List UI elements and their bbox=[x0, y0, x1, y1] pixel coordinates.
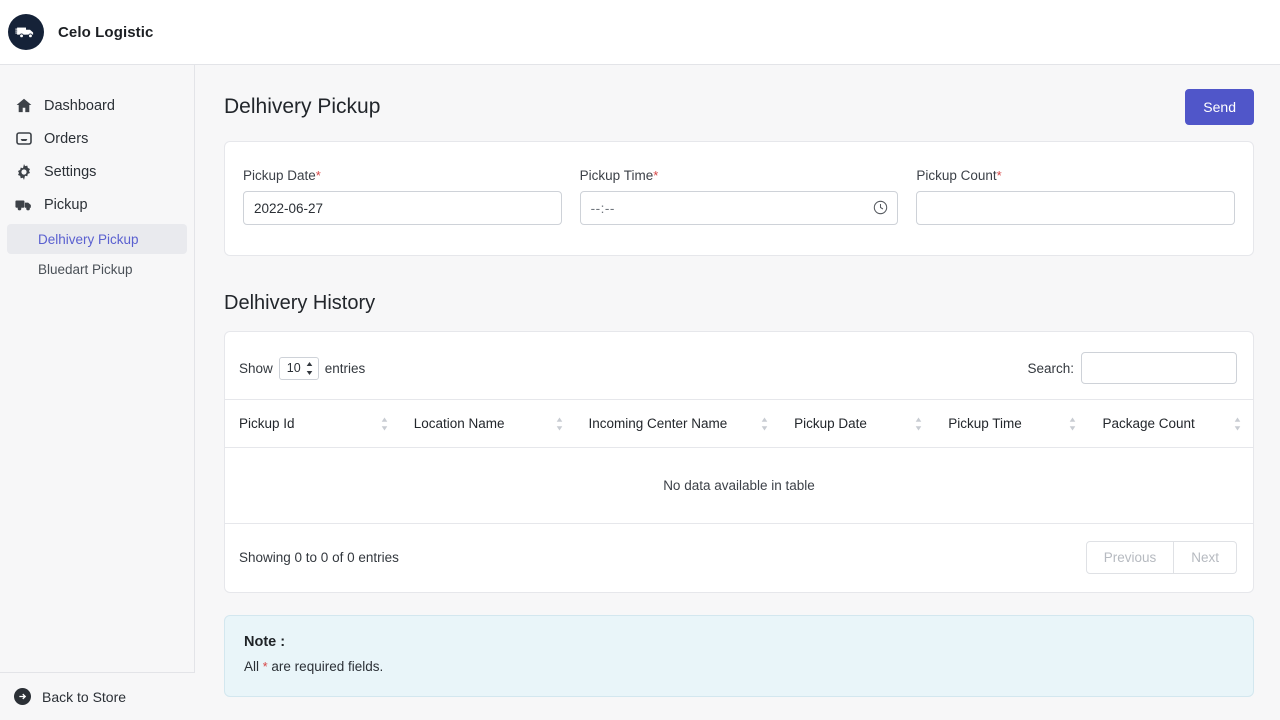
page-title: Delhivery Pickup bbox=[224, 95, 381, 118]
note-asterisk: * bbox=[262, 660, 268, 674]
top-bar: Celo Logistic bbox=[0, 0, 1280, 65]
sidebar-item-bluedart-pickup[interactable]: Bluedart Pickup bbox=[7, 254, 187, 284]
column-header-pickup-id[interactable]: Pickup Id bbox=[225, 399, 400, 448]
sidebar: Dashboard Orders Settings Pickup Delhive… bbox=[0, 65, 195, 720]
history-title: Delhivery History bbox=[224, 292, 376, 314]
sort-icon bbox=[915, 417, 922, 430]
pickup-time-label: Pickup Time* bbox=[580, 168, 899, 183]
table-empty-row: No data available in table bbox=[225, 447, 1253, 524]
brand[interactable]: Celo Logistic bbox=[0, 14, 153, 50]
required-asterisk: * bbox=[653, 168, 659, 183]
pickup-form-row: Pickup Date* Pickup Time* bbox=[225, 142, 1253, 255]
note-title: Note : bbox=[244, 634, 286, 650]
page-length-control: Show 10 entries bbox=[239, 356, 366, 380]
sort-icon bbox=[1069, 417, 1076, 430]
show-label: Show bbox=[239, 360, 273, 376]
pickup-date-label-text: Pickup Date bbox=[243, 168, 316, 183]
pickup-count-label-text: Pickup Count bbox=[916, 168, 997, 183]
sidebar-item-dashboard[interactable]: Dashboard bbox=[0, 89, 194, 122]
home-icon bbox=[14, 97, 33, 115]
table-header-row: Pickup Id Location Name Incoming Center … bbox=[225, 399, 1253, 448]
arrow-right-circle-icon bbox=[14, 688, 31, 705]
send-button[interactable]: Send bbox=[1185, 89, 1254, 125]
pickup-date-label: Pickup Date* bbox=[243, 168, 562, 183]
pickup-time-input-wrap bbox=[579, 191, 899, 225]
sidebar-nav: Dashboard Orders Settings Pickup Delhive… bbox=[0, 65, 194, 284]
column-header-pickup-time[interactable]: Pickup Time bbox=[934, 399, 1089, 448]
search-control: Search: bbox=[1027, 352, 1237, 384]
truck-logo-icon bbox=[8, 14, 44, 50]
note-card: Note : All * are required fields. bbox=[224, 615, 1254, 697]
column-header-pickup-date[interactable]: Pickup Date bbox=[780, 399, 935, 448]
sidebar-item-settings[interactable]: Settings bbox=[0, 155, 194, 188]
table-info: Showing 0 to 0 of 0 entries bbox=[239, 550, 399, 565]
sidebar-item-pickup[interactable]: Pickup bbox=[0, 188, 194, 221]
sidebar-subitem-label: Bluedart Pickup bbox=[38, 261, 133, 277]
pickup-count-input[interactable] bbox=[916, 191, 1236, 225]
required-asterisk: * bbox=[996, 168, 1002, 183]
column-label: Package Count bbox=[1102, 416, 1195, 431]
search-input[interactable] bbox=[1081, 352, 1237, 384]
pagination: Previous Next bbox=[1085, 541, 1237, 574]
brand-name: Celo Logistic bbox=[58, 23, 154, 41]
column-header-package-count[interactable]: Package Count bbox=[1088, 399, 1253, 448]
pickup-time-label-text: Pickup Time bbox=[579, 168, 654, 183]
note-prefix: All bbox=[244, 659, 260, 674]
column-label: Pickup Date bbox=[794, 416, 867, 431]
entries-label: entries bbox=[324, 360, 366, 376]
sidebar-item-label: Dashboard bbox=[44, 97, 115, 114]
sidebar-item-label: Orders bbox=[44, 130, 89, 147]
datatable-controls: Show 10 entries Search: bbox=[225, 332, 1253, 399]
sort-icon bbox=[761, 417, 768, 430]
pickup-date-input-wrap bbox=[243, 191, 562, 225]
main-content: Delhivery Pickup Send Pickup Date* Picku… bbox=[195, 65, 1280, 720]
stepper-arrows-icon bbox=[306, 361, 313, 375]
page-length-value: 10 bbox=[286, 361, 301, 375]
column-header-incoming-center-name[interactable]: Incoming Center Name bbox=[574, 399, 781, 448]
sidebar-item-label: Settings bbox=[44, 163, 97, 180]
previous-page-button[interactable]: Previous bbox=[1085, 541, 1175, 574]
pickup-count-input-wrap bbox=[916, 191, 1236, 225]
history-table-card: Show 10 entries Search: Pickup Id Locati… bbox=[224, 331, 1254, 593]
datatable-footer: Showing 0 to 0 of 0 entries Previous Nex… bbox=[225, 524, 1253, 592]
back-to-store-link[interactable]: Back to Store bbox=[0, 672, 195, 720]
required-asterisk: * bbox=[315, 168, 321, 183]
pickup-form-card: Pickup Date* Pickup Time* bbox=[224, 141, 1254, 256]
inbox-icon bbox=[14, 130, 33, 148]
page-header: Delhivery Pickup Send bbox=[195, 65, 1280, 125]
search-label: Search: bbox=[1027, 360, 1074, 376]
history-table-body: No data available in table bbox=[225, 447, 1253, 524]
sidebar-item-delhivery-pickup[interactable]: Delhivery Pickup bbox=[7, 224, 187, 254]
sort-icon bbox=[1234, 417, 1241, 430]
column-label: Pickup Time bbox=[948, 416, 1022, 431]
note-text: All * are required fields. bbox=[244, 659, 1234, 674]
sort-icon bbox=[381, 417, 388, 430]
truck-icon bbox=[14, 196, 33, 214]
column-label: Pickup Id bbox=[239, 416, 295, 431]
empty-message: No data available in table bbox=[225, 447, 1253, 524]
sidebar-item-label: Pickup bbox=[44, 196, 88, 213]
pickup-count-field: Pickup Count* bbox=[916, 168, 1236, 225]
column-label: Location Name bbox=[413, 416, 505, 431]
pickup-time-field: Pickup Time* bbox=[579, 168, 899, 225]
sort-icon bbox=[556, 417, 563, 430]
pickup-count-label: Pickup Count* bbox=[916, 168, 1235, 183]
sidebar-item-orders[interactable]: Orders bbox=[0, 122, 194, 155]
back-to-store-label: Back to Store bbox=[42, 688, 127, 705]
next-page-button[interactable]: Next bbox=[1174, 541, 1237, 574]
column-label: Incoming Center Name bbox=[588, 416, 728, 431]
sidebar-subitem-label: Delhivery Pickup bbox=[38, 231, 139, 247]
gear-icon bbox=[14, 163, 33, 181]
pickup-date-input[interactable] bbox=[243, 191, 562, 225]
note-suffix: are required fields. bbox=[271, 659, 384, 674]
pickup-time-input[interactable] bbox=[579, 191, 899, 225]
page-length-select[interactable]: 10 bbox=[278, 356, 319, 380]
pickup-date-field: Pickup Date* bbox=[243, 168, 562, 225]
history-table-head: Pickup Id Location Name Incoming Center … bbox=[225, 399, 1253, 448]
column-header-location-name[interactable]: Location Name bbox=[399, 399, 575, 448]
history-table: Pickup Id Location Name Incoming Center … bbox=[225, 399, 1253, 524]
